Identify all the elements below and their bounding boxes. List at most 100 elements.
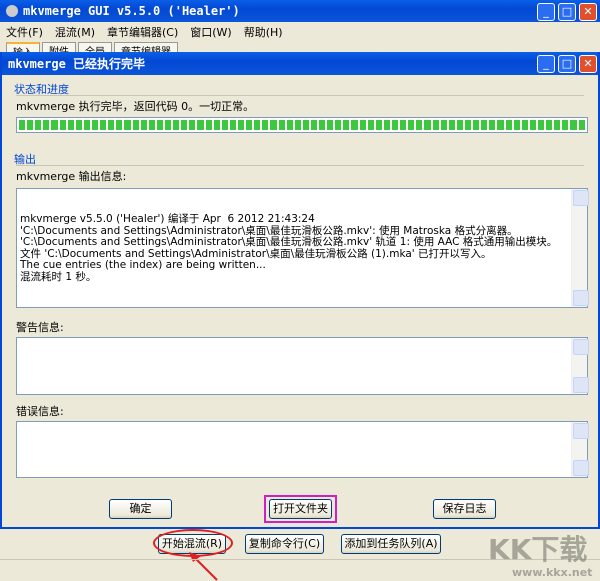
progress-segment [473,120,480,130]
menu-chapter-editor[interactable]: 章节编辑器(C) [107,24,178,40]
progress-segment [229,120,236,130]
progress-segment [546,120,553,130]
progress-segment [294,120,301,130]
progress-segment [335,120,342,130]
progress-segment [132,120,139,130]
dialog-minimize-button[interactable]: _ [537,55,555,73]
progress-segment [554,120,561,130]
progress-segment [513,120,520,130]
progress-segment [35,120,42,130]
ok-button[interactable]: 确定 [109,499,172,519]
progress-bar [16,117,588,133]
progress-segment [367,120,374,130]
close-button[interactable]: ✕ [579,3,597,21]
add-to-queue-button[interactable]: 添加到任务队列(A) [341,534,441,554]
app-icon [6,5,18,17]
progress-segment [19,120,26,130]
dialog-title-bar: mkvmerge 已经执行完毕 [2,52,598,75]
menu-file[interactable]: 文件(F) [6,24,43,40]
progress-segment [75,120,82,130]
status-text: mkvmerge 执行完毕，返回代码 0。一切正常。 [16,100,255,113]
progress-segment [213,120,220,130]
dialog-close-button[interactable]: ✕ [579,55,597,73]
progress-segment [375,120,382,130]
progress-segment [489,120,496,130]
progress-segment [408,120,415,130]
progress-segment [343,120,350,130]
progress-segment [432,120,439,130]
progress-segment [197,120,204,130]
output-line: The cue entries (the index) are being wr… [20,259,266,271]
progress-segment [67,120,74,130]
progress-segment [205,120,212,130]
output-label: mkvmerge 输出信息: [16,170,127,183]
progress-segment [465,120,472,130]
error-scrollbar[interactable] [571,422,589,477]
progress-segment [83,120,90,130]
progress-segment [578,120,585,130]
progress-segment [319,120,326,130]
progress-segment [351,120,358,130]
error-textarea[interactable] [16,421,589,478]
dialog-title: mkvmerge 已经执行完毕 [8,57,146,71]
progress-segment [116,120,123,130]
progress-segment [538,120,545,130]
progress-segment [173,120,180,130]
watermark-url: www.kkx.net [512,566,593,579]
progress-segment [43,120,50,130]
progress-segment [392,120,399,130]
progress-segment [181,120,188,130]
progress-segment [262,120,269,130]
main-title-bar: mkvmerge GUI v5.5.0 ('Healer') [0,0,600,22]
menu-mux[interactable]: 混流(M) [55,24,95,40]
error-label: 错误信息: [16,405,64,418]
mux-finished-dialog: mkvmerge 已经执行完毕 _ □ ✕ 状态和进度 mkvmerge 执行完… [0,52,600,529]
output-line: mkvmerge v5.5.0 ('Healer') 编译于 Apr 6 201… [20,213,315,225]
output-scrollbar[interactable] [571,189,589,307]
copy-command-button[interactable]: 复制命令行(C) [245,534,324,554]
warning-label: 警告信息: [16,321,64,334]
dialog-maximize-button[interactable]: □ [558,55,576,73]
output-line: 'C:\Documents and Settings\Administrator… [20,236,558,248]
progress-segment [189,120,196,130]
maximize-button[interactable]: □ [558,3,576,21]
progress-segment [424,120,431,130]
progress-segment [481,120,488,130]
menu-help[interactable]: 帮助(H) [244,24,283,40]
progress-segment [505,120,512,130]
progress-segment [448,120,455,130]
progress-segment [59,120,66,130]
progress-segment [383,120,391,130]
progress-segment [359,120,366,130]
progress-segment [148,120,155,130]
progress-segment [140,120,147,130]
progress-segment [456,120,464,130]
progress-segment [529,120,536,130]
progress-segment [270,120,277,130]
output-textarea[interactable]: mkvmerge v5.5.0 ('Healer') 编译于 Apr 6 201… [16,188,589,308]
output-line: 混流耗时 1 秒。 [20,270,97,283]
progress-segment [286,120,293,130]
warning-scrollbar[interactable] [571,338,589,394]
progress-segment [416,120,423,130]
menu-bar: 文件(F) 混流(M) 章节编辑器(C) 窗口(W) 帮助(H) [0,22,600,42]
menu-window[interactable]: 窗口(W) [190,24,231,40]
progress-segment [327,120,334,130]
main-window-title: mkvmerge GUI v5.5.0 ('Healer') [23,4,240,18]
progress-segment [51,120,58,130]
minimize-button[interactable]: _ [537,3,555,21]
open-folder-button[interactable]: 打开文件夹 [269,499,332,519]
progress-segment [27,120,34,130]
progress-segment [440,120,447,130]
progress-segment [254,120,261,130]
progress-segment [164,120,172,130]
progress-segment [221,120,228,130]
progress-segment [91,120,99,130]
progress-segment [156,120,163,130]
progress-segment [302,120,309,130]
annotation-arrow-icon [189,552,218,581]
progress-segment [497,120,504,130]
warning-textarea[interactable] [16,337,589,395]
progress-segment [562,120,569,130]
save-log-button[interactable]: 保存日志 [433,499,496,519]
